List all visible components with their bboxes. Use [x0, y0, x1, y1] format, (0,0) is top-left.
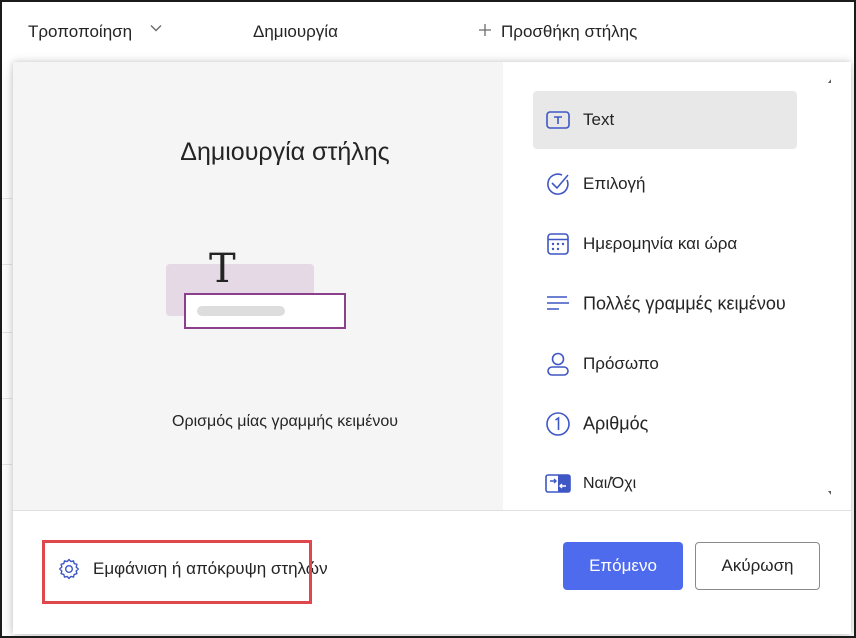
column-header-modified[interactable]: Τροποποίηση: [28, 22, 132, 42]
column-type-person[interactable]: Πρόσωπο: [533, 335, 797, 393]
footer-divider: [13, 510, 851, 511]
text-column-illustration: T: [166, 246, 346, 329]
column-type-scrollbar[interactable]: [825, 70, 831, 504]
window-frame: Τροποποίηση Δημιουργία Προσθήκη στήλης Δ…: [0, 0, 856, 638]
preview-description: Ορισμός μίας γραμμής κειμένου: [172, 413, 398, 430]
preview-pane: Δημιουργία στήλης T Ορισμός μίας γραμμής…: [13, 62, 503, 510]
column-type-text[interactable]: Text: [533, 91, 797, 149]
scroll-up-arrow-icon[interactable]: [828, 74, 831, 83]
column-type-yes-no[interactable]: Ναι/Όχι: [533, 455, 797, 510]
person-icon: [547, 352, 569, 376]
create-column-dialog: Δημιουργία στήλης T Ορισμός μίας γραμμής…: [13, 62, 851, 634]
column-header-created[interactable]: Δημιουργία: [253, 22, 338, 42]
column-type-label: Πολλές γραμμές κειμένου: [583, 293, 786, 314]
column-type-label: Text: [583, 110, 615, 129]
next-button[interactable]: Επόμενο: [563, 542, 683, 590]
column-type-datetime[interactable]: Ημερομηνία και ώρα: [533, 215, 797, 273]
column-type-number[interactable]: Αριθμός: [533, 395, 797, 453]
preview-title: Δημιουργία στήλης: [180, 138, 390, 166]
multiline-text-icon: [547, 296, 569, 310]
column-type-label: Ημερομηνία και ώρα: [583, 234, 738, 253]
column-type-label: Ναι/Όχι: [583, 475, 637, 492]
calendar-icon: [547, 233, 569, 255]
text-field-icon: [546, 111, 570, 129]
column-type-list: Text Επιλογή Ημερομηνία και ώρα Πολλές γ…: [503, 62, 831, 510]
column-type-choice[interactable]: Επιλογή: [533, 155, 797, 213]
column-type-multiline-text[interactable]: Πολλές γραμμές κειμένου: [533, 275, 831, 333]
yes-no-icon: [545, 474, 571, 493]
column-type-label: Επιλογή: [583, 174, 646, 193]
illustration-glyph: T: [209, 246, 236, 292]
column-type-label: Αριθμός: [583, 413, 649, 434]
add-column-button[interactable]: Προσθήκη στήλης: [501, 22, 637, 42]
chevron-down-icon[interactable]: [149, 21, 163, 35]
number-icon: [546, 412, 570, 436]
list-header: Τροποποίηση Δημιουργία Προσθήκη στήλης: [2, 2, 854, 60]
highlight-box: [42, 540, 312, 604]
cancel-button[interactable]: Ακύρωση: [695, 542, 820, 590]
choice-check-icon: [547, 173, 569, 195]
column-type-label: Πρόσωπο: [583, 354, 659, 373]
plus-icon[interactable]: [478, 23, 492, 37]
scroll-down-arrow-icon[interactable]: [828, 491, 831, 500]
